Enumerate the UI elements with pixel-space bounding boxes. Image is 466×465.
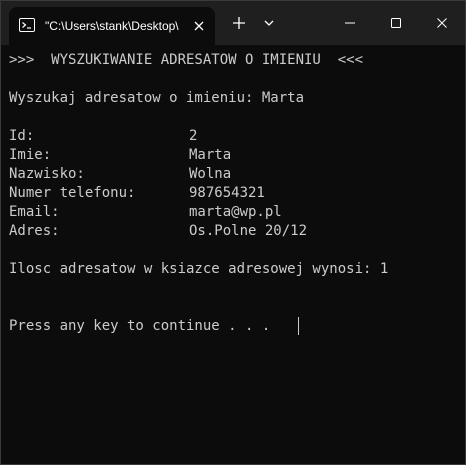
tab-dropdown-button[interactable] [259, 13, 279, 33]
record-value-address: Os.Polne 20/12 [189, 223, 308, 239]
text-cursor [298, 317, 299, 335]
terminal-icon [19, 18, 35, 32]
terminal-window: "C:\Users\stank\Desktop\ >>> WYSZUKIWANI… [0, 0, 466, 465]
maximize-button[interactable] [373, 1, 419, 45]
close-window-button[interactable] [419, 1, 465, 45]
tab-close-button[interactable] [189, 16, 209, 36]
record-value-last-name: Wolna [189, 166, 232, 182]
record-label-first-name: Imie: [9, 147, 52, 163]
close-icon [437, 18, 447, 28]
console-output[interactable]: >>> WYSZUKIWANIE ADRESATOW O IMIENIU <<<… [9, 47, 459, 457]
minimize-button[interactable] [327, 1, 373, 45]
record-label-phone: Numer telefonu: [9, 185, 136, 201]
count-line: Ilosc adresatow w ksiazce adresowej wyno… [9, 261, 389, 277]
record-value-phone: 987654321 [189, 185, 265, 201]
chevron-down-icon [264, 20, 274, 26]
record-label-email: Email: [9, 204, 60, 220]
console-header: >>> WYSZUKIWANIE ADRESATOW O IMIENIU <<< [9, 52, 364, 68]
prompt-line: Press any key to continue . . . [9, 318, 271, 334]
record-value-email: marta@wp.pl [189, 204, 282, 220]
search-line: Wyszukaj adresatow o imieniu: Marta [9, 90, 305, 106]
new-tab-button[interactable] [229, 13, 249, 33]
record-value-id: 2 [189, 128, 198, 144]
record-label-id: Id: [9, 128, 35, 144]
tab-title: "C:\Users\stank\Desktop\ [45, 19, 179, 33]
record-label-address: Adres: [9, 223, 60, 239]
record-label-last-name: Nazwisko: [9, 166, 85, 182]
plus-icon [233, 17, 245, 29]
record-value-first-name: Marta [189, 147, 232, 163]
minimize-icon [345, 22, 355, 24]
tab-console[interactable]: "C:\Users\stank\Desktop\ [9, 7, 215, 45]
maximize-icon [391, 18, 401, 28]
close-icon [194, 21, 204, 31]
title-bar[interactable]: "C:\Users\stank\Desktop\ [1, 1, 465, 45]
